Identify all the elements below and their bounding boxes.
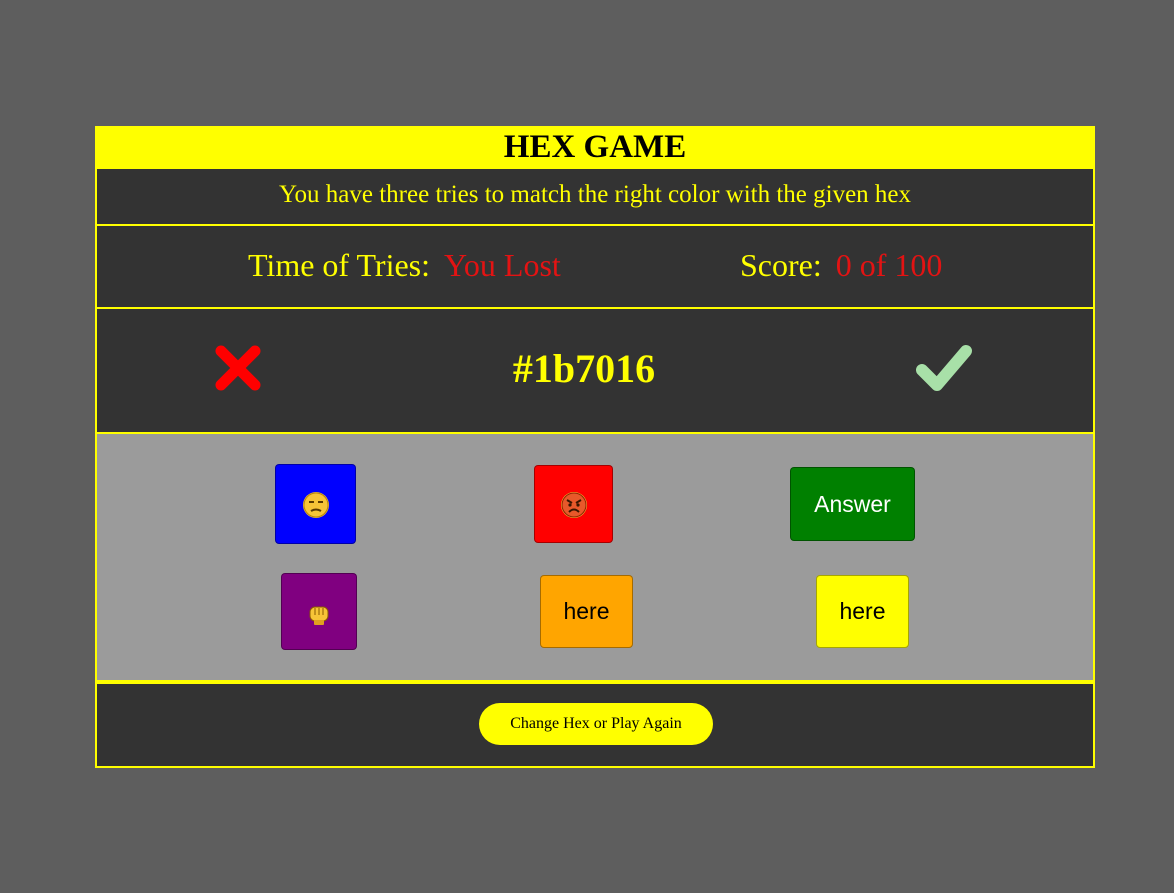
- angry-face-icon: [560, 492, 587, 518]
- color-choice-orange[interactable]: here: [540, 575, 633, 648]
- stats-panel: Time of Tries: You Lost Score: 0 of 100: [95, 226, 1095, 309]
- unamused-face-icon: [302, 492, 329, 518]
- hex-panel: #1b7016: [95, 309, 1095, 434]
- instructions: You have three tries to match the right …: [95, 169, 1095, 226]
- tries-value: You Lost: [444, 247, 561, 283]
- hex-game: HEX GAME You have three tries to match t…: [95, 126, 1095, 768]
- tries-label: Time of Tries:: [248, 247, 430, 283]
- color-choice-green[interactable]: Answer: [790, 467, 915, 541]
- score-label: Score:: [740, 247, 822, 283]
- score-value: 0 of 100: [835, 247, 943, 283]
- color-choices-panel: Answer here here: [95, 434, 1095, 684]
- fist-bump-icon: [306, 601, 332, 627]
- color-choice-blue[interactable]: [275, 464, 356, 544]
- color-choice-purple[interactable]: [281, 573, 357, 650]
- play-again-button[interactable]: Change Hex or Play Again: [479, 703, 713, 745]
- choice-label: here: [839, 598, 886, 624]
- game-title: HEX GAME: [95, 126, 1095, 169]
- correct-check-icon: [916, 345, 972, 391]
- choice-label: here: [563, 598, 610, 624]
- score-stat: Score: 0 of 100: [740, 226, 942, 305]
- color-choice-red[interactable]: [534, 465, 613, 543]
- tries-stat: Time of Tries: You Lost: [248, 226, 561, 305]
- answer-label: Answer: [814, 491, 891, 517]
- footer-panel: Change Hex or Play Again: [95, 684, 1095, 768]
- color-choice-yellow[interactable]: here: [816, 575, 909, 648]
